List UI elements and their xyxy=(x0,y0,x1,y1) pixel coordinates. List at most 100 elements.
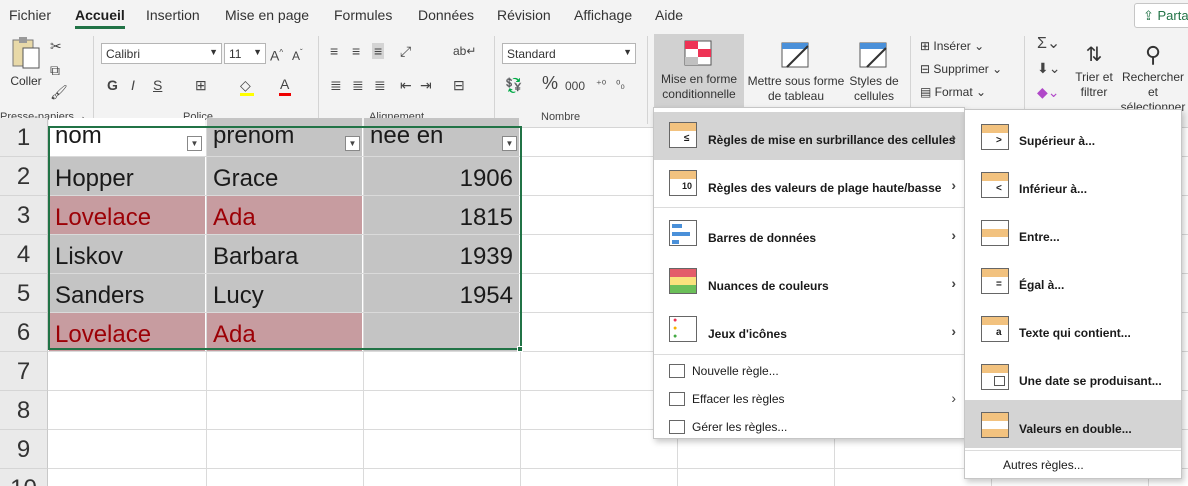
increase-decimal-icon[interactable]: ⁺⁰ xyxy=(596,77,606,93)
underline-button[interactable]: S xyxy=(153,77,162,93)
tab-donnees[interactable]: Données xyxy=(418,7,474,23)
decrease-decimal-icon[interactable]: ⁰₀ xyxy=(616,77,625,93)
sum-icon[interactable]: Σ⌄ xyxy=(1037,36,1060,52)
menu-item-label: Effacer les règles xyxy=(692,392,785,406)
group-separator xyxy=(318,36,319,124)
bold-button[interactable]: G xyxy=(107,77,118,93)
chevron-right-icon: › xyxy=(951,129,956,145)
format-button[interactable]: ▤ Format ⌄ xyxy=(920,84,986,100)
menu-item-label: Nouvelle règle... xyxy=(692,364,779,378)
submenu-item-between[interactable]: Entre... xyxy=(965,208,1181,256)
cut-icon[interactable]: ✂ xyxy=(50,38,62,54)
align-middle-icon[interactable]: ≡ xyxy=(352,43,360,59)
copy-icon[interactable]: ⧉ xyxy=(50,62,60,78)
fill-icon[interactable]: ⬇⌄ xyxy=(1037,60,1060,76)
currency-icon[interactable]: 💱 xyxy=(505,77,522,93)
row-header[interactable]: 8 xyxy=(0,391,48,430)
increase-indent-icon[interactable]: ⇥ xyxy=(420,77,432,93)
submenu-item-date-occurring[interactable]: Une date se produisant... xyxy=(965,352,1181,400)
menu-item-icon-sets[interactable]: ● ● ● Jeux d'icônes › xyxy=(654,306,964,354)
align-top-icon[interactable]: ≡ xyxy=(330,43,338,59)
wrap-text-icon[interactable]: ab↵ xyxy=(453,43,476,59)
shrink-font-icon[interactable]: Aˇ xyxy=(292,45,303,64)
tab-fichier[interactable]: Fichier xyxy=(9,7,51,23)
text-contains-icon: a xyxy=(981,316,1009,342)
submenu-item-equal-to[interactable]: = Égal à... xyxy=(965,256,1181,304)
table-format-label: Mettre sous forme de tableau xyxy=(747,74,845,103)
row-header[interactable]: 10 xyxy=(0,469,48,486)
align-right-icon[interactable]: ≣ xyxy=(374,77,386,93)
align-bottom-icon[interactable]: ≡ xyxy=(372,43,385,59)
submenu-item-duplicate-values[interactable]: Valeurs en double... xyxy=(965,400,1181,448)
align-center-icon[interactable]: ≣ xyxy=(352,77,364,93)
group-separator xyxy=(647,36,648,124)
fill-color-icon[interactable]: ◇ xyxy=(240,77,251,93)
italic-button[interactable]: I xyxy=(131,77,135,93)
find-select-button[interactable]: ⚲ Rechercher et sélectionner xyxy=(1118,40,1188,115)
row-header[interactable]: 1 xyxy=(0,118,48,157)
row-header[interactable]: 6 xyxy=(0,313,48,352)
grow-font-icon[interactable]: A^ xyxy=(270,45,283,64)
submenu-item-text-contains[interactable]: a Texte qui contient... xyxy=(965,304,1181,352)
submenu-item-label: Inférieur à... xyxy=(1019,182,1088,196)
thousands-button[interactable]: 000 xyxy=(565,78,585,94)
sort-filter-icon: ⇅ xyxy=(1085,44,1103,66)
align-left-icon[interactable]: ≣ xyxy=(330,77,342,93)
font-size-select[interactable]: 11 ▼ xyxy=(224,43,266,64)
share-icon: ⇪ xyxy=(1143,8,1158,23)
tab-accueil[interactable]: Accueil xyxy=(75,7,125,29)
format-painter-icon[interactable]: 🖌 xyxy=(50,84,68,100)
delete-button[interactable]: ⊟ Supprimer ⌄ xyxy=(920,61,1002,77)
merge-center-icon[interactable]: ⊟ xyxy=(453,77,465,93)
orientation-icon[interactable]: ⤢ xyxy=(400,43,411,59)
tab-aide[interactable]: Aide xyxy=(655,7,683,23)
menu-item-color-scales[interactable]: Nuances de couleurs › xyxy=(654,258,964,306)
chevron-right-icon: › xyxy=(951,275,956,291)
row-header[interactable]: 9 xyxy=(0,430,48,469)
submenu-item-greater-than[interactable]: > Supérieur à... xyxy=(965,112,1181,160)
tab-mise-en-page[interactable]: Mise en page xyxy=(225,7,309,23)
chevron-down-icon: ▼ xyxy=(209,47,218,57)
share-button[interactable]: ⇪ Parta xyxy=(1134,3,1188,28)
number-format-select[interactable]: Standard ▼ xyxy=(502,43,636,64)
cell-styles-button[interactable]: Styles de cellules xyxy=(846,40,902,104)
menu-item-manage-rules[interactable]: Gérer les règles... xyxy=(654,414,964,442)
menu-item-label: Règles des valeurs de plage haute/basse xyxy=(708,181,942,195)
insert-label: Insérer xyxy=(933,39,971,53)
menu-item-data-bars[interactable]: Barres de données › xyxy=(654,210,964,258)
menu-item-clear-rules[interactable]: Effacer les règles › xyxy=(654,386,964,414)
group-separator xyxy=(93,36,94,124)
clear-icon[interactable]: ◆⌄ xyxy=(1037,84,1060,100)
submenu-item-label: Une date se produisant... xyxy=(1019,374,1162,388)
table-format-button[interactable]: Mettre sous forme de tableau xyxy=(746,40,846,104)
row-header[interactable]: 3 xyxy=(0,196,48,235)
percent-button[interactable]: % xyxy=(542,74,558,92)
font-color-swatch xyxy=(279,93,291,96)
row-header[interactable]: 7 xyxy=(0,352,48,391)
tab-insertion[interactable]: Insertion xyxy=(146,7,200,23)
submenu-item-less-than[interactable]: < Inférieur à... xyxy=(965,160,1181,208)
menu-item-new-rule[interactable]: Nouvelle règle... xyxy=(654,358,964,386)
row-header[interactable]: 4 xyxy=(0,235,48,274)
font-color-icon[interactable]: A xyxy=(280,76,289,92)
paste-button[interactable]: Coller xyxy=(8,36,44,89)
conditional-format-button[interactable]: Mise en forme conditionnelle xyxy=(654,34,744,108)
font-name-select[interactable]: Calibri ▼ xyxy=(101,43,222,64)
tab-formules[interactable]: Formules xyxy=(334,7,392,23)
tab-affichage[interactable]: Affichage xyxy=(574,7,632,23)
decrease-indent-icon[interactable]: ⇤ xyxy=(400,77,412,93)
menu-item-top-bottom-rules[interactable]: 10 Règles des valeurs de plage haute/bas… xyxy=(654,160,964,208)
row-header[interactable]: 2 xyxy=(0,157,48,196)
fill-handle[interactable] xyxy=(517,346,523,352)
sort-filter-button[interactable]: ⇅ Trier et filtrer xyxy=(1072,40,1116,100)
chevron-right-icon: › xyxy=(951,323,956,339)
insert-button[interactable]: ⊞ Insérer ⌄ xyxy=(920,38,984,54)
menu-item-highlight-rules[interactable]: ≤ Règles de mise en surbrillance des cel… xyxy=(654,112,964,160)
highlight-rules-submenu: > Supérieur à... < Inférieur à... Entre.… xyxy=(964,109,1182,479)
cell-styles-icon xyxy=(859,42,887,68)
row-header[interactable]: 5 xyxy=(0,274,48,313)
group-nombre: Nombre xyxy=(541,111,581,123)
borders-icon[interactable]: ⊞ xyxy=(195,77,207,93)
tab-revision[interactable]: Révision xyxy=(497,7,551,23)
submenu-item-more-rules[interactable]: Autres règles... xyxy=(965,452,1181,478)
